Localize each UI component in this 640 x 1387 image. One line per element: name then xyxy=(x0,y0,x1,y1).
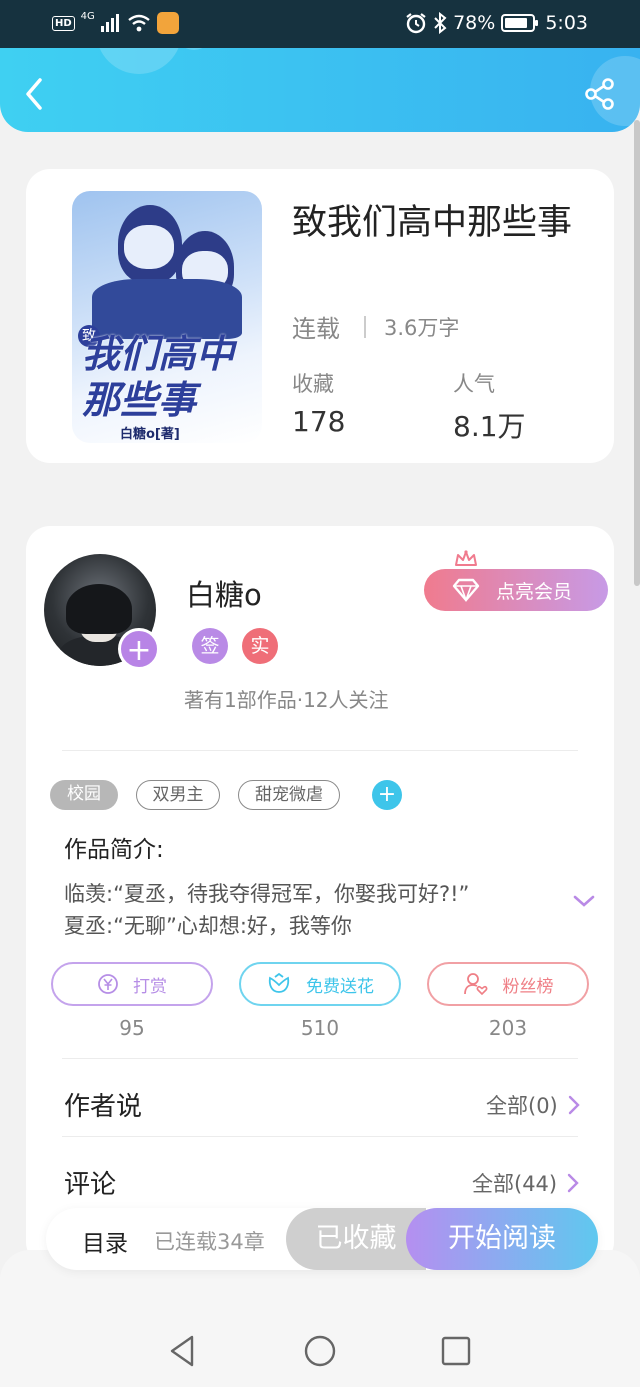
chapter-count[interactable]: 已连载34章 xyxy=(154,1226,265,1256)
flower-icon xyxy=(268,972,290,993)
divider xyxy=(62,750,578,751)
send-flower-label: 免费送花 xyxy=(306,976,374,997)
tip-count: 95 xyxy=(119,1016,145,1040)
bluetooth-icon xyxy=(434,12,447,34)
clock: 5:03 xyxy=(545,12,588,34)
status-divider xyxy=(364,316,366,338)
chevron-down-icon[interactable] xyxy=(572,892,596,910)
fan-rank-label: 粉丝榜 xyxy=(502,976,554,997)
intro-line-2: 夏丞:“无聊”心却想:好，我等你 xyxy=(64,914,352,938)
comments-all: 全部(44) xyxy=(472,1172,558,1196)
avatar-hair xyxy=(66,584,132,634)
signal-bars-icon xyxy=(100,14,119,32)
battery-icon xyxy=(501,14,539,32)
comments-title: 评论 xyxy=(64,1170,117,1200)
status-left: HD 4G xyxy=(52,10,179,34)
back-arrow-icon[interactable] xyxy=(20,76,50,112)
send-flower-button[interactable]: 免费送花 xyxy=(239,962,401,1006)
comments-more[interactable]: 全部(44) xyxy=(472,1168,579,1198)
author-meta: 著有1部作品·12人关注 xyxy=(184,688,389,712)
stat-value-popularity: 8.1万 xyxy=(453,410,526,443)
bottom-action-bar: 目录 已连载34章 已收藏 开始阅读 xyxy=(46,1208,598,1270)
scrollbar[interactable] xyxy=(634,120,640,586)
diamond-icon xyxy=(452,578,480,602)
share-icon[interactable] xyxy=(584,78,616,110)
add-tag-icon[interactable]: + xyxy=(372,780,402,810)
intro-heading: 作品简介: xyxy=(64,837,164,863)
start-reading-button[interactable]: 开始阅读 xyxy=(406,1208,598,1270)
stat-label-collect: 收藏 xyxy=(292,372,334,396)
book-title: 致我们高中那些事 xyxy=(292,203,573,243)
chevron-right-icon xyxy=(568,1095,580,1115)
book-cover[interactable]: 致 我们高中那些事 白糖o[著] xyxy=(72,191,262,443)
home-circle-icon[interactable] xyxy=(303,1334,337,1368)
author-notes-title: 作者说 xyxy=(64,1092,143,1122)
yen-coin-icon xyxy=(98,974,118,994)
recents-square-icon[interactable] xyxy=(439,1334,473,1368)
cover-figure xyxy=(124,225,174,269)
wifi-icon xyxy=(128,14,150,32)
tag-sweet[interactable]: 甜宠微虐 xyxy=(238,780,340,810)
divider xyxy=(62,1058,578,1059)
hd-icon: HD xyxy=(52,15,75,31)
back-triangle-icon[interactable] xyxy=(166,1334,200,1368)
book-card: 致 我们高中那些事 白糖o[著] 致我们高中那些事 连载 3.6万字 收藏 17… xyxy=(26,169,614,463)
status-right: 78% 5:03 xyxy=(405,12,588,34)
battery-percent: 78% xyxy=(453,12,496,34)
decor-bubble xyxy=(176,48,212,50)
follow-plus-icon[interactable]: + xyxy=(118,628,160,670)
signal-icon: 4G xyxy=(80,10,95,22)
verified-badge: 实 xyxy=(242,628,278,664)
header-band xyxy=(0,48,640,132)
toc-button[interactable]: 目录 xyxy=(82,1224,128,1258)
fan-heart-icon xyxy=(463,973,487,996)
fan-count: 203 xyxy=(488,1016,528,1040)
word-count: 3.6万字 xyxy=(384,316,460,340)
fan-rank-button[interactable]: 粉丝榜 xyxy=(427,962,589,1006)
tip-label: 打赏 xyxy=(133,976,167,997)
cover-title: 我们高中那些事 xyxy=(82,331,235,422)
book-status: 连载 xyxy=(292,315,340,343)
author-notes-more[interactable]: 全部(0) xyxy=(486,1090,580,1120)
cover-author: 白糖o[著] xyxy=(120,427,180,442)
stat-value-collect: 178 xyxy=(292,405,346,438)
signed-badge: 签 xyxy=(192,628,228,664)
vip-button[interactable]: 点亮会员 xyxy=(424,569,608,611)
divider xyxy=(62,1136,578,1137)
decor-bubble xyxy=(96,48,182,74)
stat-label-popularity: 人气 xyxy=(453,372,495,396)
collected-button[interactable]: 已收藏 xyxy=(286,1208,426,1270)
author-name[interactable]: 白糖o xyxy=(186,572,262,614)
tip-button[interactable]: 打赏 xyxy=(51,962,213,1006)
crown-icon xyxy=(455,550,477,566)
tag-campus[interactable]: 校园 xyxy=(50,780,118,810)
tag-bl[interactable]: 双男主 xyxy=(136,780,220,810)
vip-label: 点亮会员 xyxy=(496,580,573,603)
status-bar: HD 4G 78% 5:03 xyxy=(0,0,640,48)
cover-figure xyxy=(92,279,242,339)
author-notes-all: 全部(0) xyxy=(486,1094,558,1118)
app-notification-icon xyxy=(156,12,179,34)
intro-line-1: 临羡:“夏丞，待我夺得冠军，你娶我可好?!” xyxy=(64,882,470,906)
chevron-right-icon xyxy=(567,1173,579,1193)
flower-count: 510 xyxy=(300,1016,340,1040)
alarm-icon xyxy=(406,13,426,34)
details-card: + 白糖o 签 实 点亮会员 著有1部作品·12人关注 校园 双男主 甜宠微虐 … xyxy=(26,526,614,1266)
